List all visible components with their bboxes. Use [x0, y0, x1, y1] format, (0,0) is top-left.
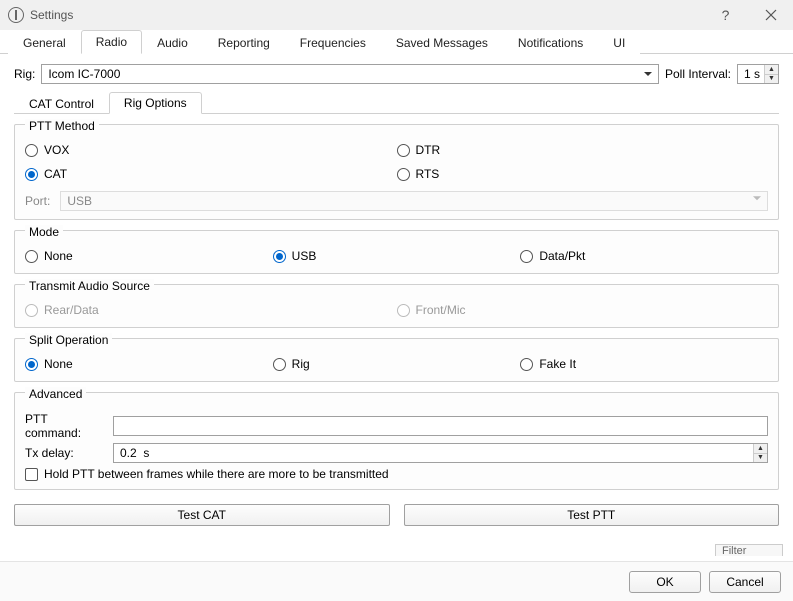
- ok-label: OK: [656, 575, 673, 589]
- subtab-rig-options[interactable]: Rig Options: [109, 92, 202, 114]
- mode-none-label: None: [44, 249, 73, 263]
- tx-audio-front-radio: Front/Mic: [397, 303, 769, 317]
- radio-icon: [25, 358, 38, 371]
- radio-icon: [397, 168, 410, 181]
- radio-icon: [520, 250, 533, 263]
- mode-usb-radio[interactable]: USB: [273, 249, 521, 263]
- ptt-cat-label: CAT: [44, 167, 67, 181]
- tab-audio[interactable]: Audio: [142, 31, 203, 54]
- close-icon: [765, 9, 777, 21]
- tab-saved-messages[interactable]: Saved Messages: [381, 31, 503, 54]
- content-area: Rig: Icom IC-7000 Poll Interval: ▲ ▼ CAT…: [0, 54, 793, 561]
- radio-icon: [397, 304, 410, 317]
- tab-ui[interactable]: UI: [598, 31, 640, 54]
- tx-delay-up[interactable]: ▲: [754, 444, 767, 454]
- tx-delay-down[interactable]: ▼: [754, 454, 767, 463]
- tab-notifications[interactable]: Notifications: [503, 31, 598, 54]
- cancel-label: Cancel: [726, 575, 763, 589]
- split-rig-label: Rig: [292, 357, 310, 371]
- subtab-cat-control[interactable]: CAT Control: [14, 93, 109, 114]
- ptt-dtr-radio[interactable]: DTR: [397, 143, 769, 157]
- tx-delay-spinbox[interactable]: ▲ ▼: [113, 443, 768, 463]
- ptt-vox-radio[interactable]: VOX: [25, 143, 397, 157]
- poll-interval-spinbox[interactable]: ▲ ▼: [737, 64, 779, 84]
- split-group: Split Operation None Rig: [14, 338, 779, 382]
- radio-icon: [25, 168, 38, 181]
- tab-radio[interactable]: Radio: [81, 30, 142, 54]
- ptt-port-select: USB: [60, 191, 768, 211]
- test-row: Test CAT Test PTT: [14, 504, 779, 526]
- ptt-port-label: Port:: [25, 194, 50, 208]
- advanced-title: Advanced: [25, 387, 86, 401]
- ptt-port-row: Port: USB: [25, 191, 768, 211]
- test-cat-button[interactable]: Test CAT: [14, 504, 390, 526]
- sub-tabs: CAT Control Rig Options: [14, 92, 779, 114]
- ptt-method-group: PTT Method VOX CAT DTR: [14, 124, 779, 220]
- ptt-port-value: USB: [67, 194, 92, 208]
- radio-icon: [273, 250, 286, 263]
- radio-icon: [25, 304, 38, 317]
- tx-delay-label: Tx delay:: [25, 446, 105, 460]
- split-fake-label: Fake It: [539, 357, 576, 371]
- split-rig-radio[interactable]: Rig: [273, 357, 521, 371]
- rig-value: Icom IC-7000: [48, 67, 120, 81]
- tx-audio-rear-label: Rear/Data: [44, 303, 99, 317]
- mode-data-label: Data/Pkt: [539, 249, 585, 263]
- poll-up[interactable]: ▲: [765, 65, 778, 75]
- split-fake-radio[interactable]: Fake It: [520, 357, 768, 371]
- split-none-radio[interactable]: None: [25, 357, 273, 371]
- hold-ptt-checkbox[interactable]: Hold PTT between frames while there are …: [25, 467, 768, 481]
- ptt-vox-label: VOX: [44, 143, 69, 157]
- cancel-button[interactable]: Cancel: [709, 571, 781, 593]
- mode-data-radio[interactable]: Data/Pkt: [520, 249, 768, 263]
- split-title: Split Operation: [25, 333, 112, 347]
- titlebar: Settings ?: [0, 0, 793, 30]
- poll-interval-label: Poll Interval:: [665, 67, 731, 81]
- advanced-group: Advanced PTT command: Tx delay: ▲ ▼ Hold…: [14, 392, 779, 490]
- test-ptt-label: Test PTT: [567, 508, 615, 522]
- radio-icon: [25, 250, 38, 263]
- test-cat-label: Test CAT: [178, 508, 226, 522]
- test-ptt-button[interactable]: Test PTT: [404, 504, 780, 526]
- poll-down[interactable]: ▼: [765, 75, 778, 84]
- mode-title: Mode: [25, 225, 63, 239]
- footer: OK Cancel: [0, 561, 793, 601]
- tab-frequencies[interactable]: Frequencies: [285, 31, 381, 54]
- ptt-dtr-label: DTR: [416, 143, 441, 157]
- ok-button[interactable]: OK: [629, 571, 701, 593]
- tx-audio-group: Transmit Audio Source Rear/Data Front/Mi…: [14, 284, 779, 328]
- checkbox-icon: [25, 468, 38, 481]
- app-icon: [8, 7, 24, 23]
- tab-general[interactable]: General: [8, 31, 81, 54]
- tx-audio-rear-radio: Rear/Data: [25, 303, 397, 317]
- hold-ptt-label: Hold PTT between frames while there are …: [44, 467, 389, 481]
- main-tabs: General Radio Audio Reporting Frequencie…: [0, 30, 793, 54]
- radio-icon: [397, 144, 410, 157]
- tx-audio-title: Transmit Audio Source: [25, 279, 154, 293]
- ptt-rts-label: RTS: [416, 167, 440, 181]
- tx-audio-front-label: Front/Mic: [416, 303, 466, 317]
- mode-none-radio[interactable]: None: [25, 249, 273, 263]
- rig-row: Rig: Icom IC-7000 Poll Interval: ▲ ▼: [14, 64, 779, 84]
- ptt-rts-radio[interactable]: RTS: [397, 167, 769, 181]
- tx-delay-input[interactable]: [114, 444, 753, 462]
- ptt-command-input[interactable]: [113, 416, 768, 436]
- background-filter-tab: Filter: [715, 544, 783, 556]
- radio-icon: [520, 358, 533, 371]
- ptt-cat-radio[interactable]: CAT: [25, 167, 397, 181]
- tab-reporting[interactable]: Reporting: [203, 31, 285, 54]
- rig-label: Rig:: [14, 67, 35, 81]
- radio-icon: [25, 144, 38, 157]
- help-button[interactable]: ?: [703, 0, 748, 30]
- split-none-label: None: [44, 357, 73, 371]
- mode-group: Mode None USB: [14, 230, 779, 274]
- rig-select[interactable]: Icom IC-7000: [41, 64, 659, 84]
- mode-usb-label: USB: [292, 249, 317, 263]
- poll-interval-input[interactable]: [738, 65, 764, 83]
- radio-icon: [273, 358, 286, 371]
- close-button[interactable]: [748, 0, 793, 30]
- ptt-command-label: PTT command:: [25, 412, 105, 440]
- window-title: Settings: [30, 8, 73, 22]
- ptt-method-title: PTT Method: [25, 119, 99, 133]
